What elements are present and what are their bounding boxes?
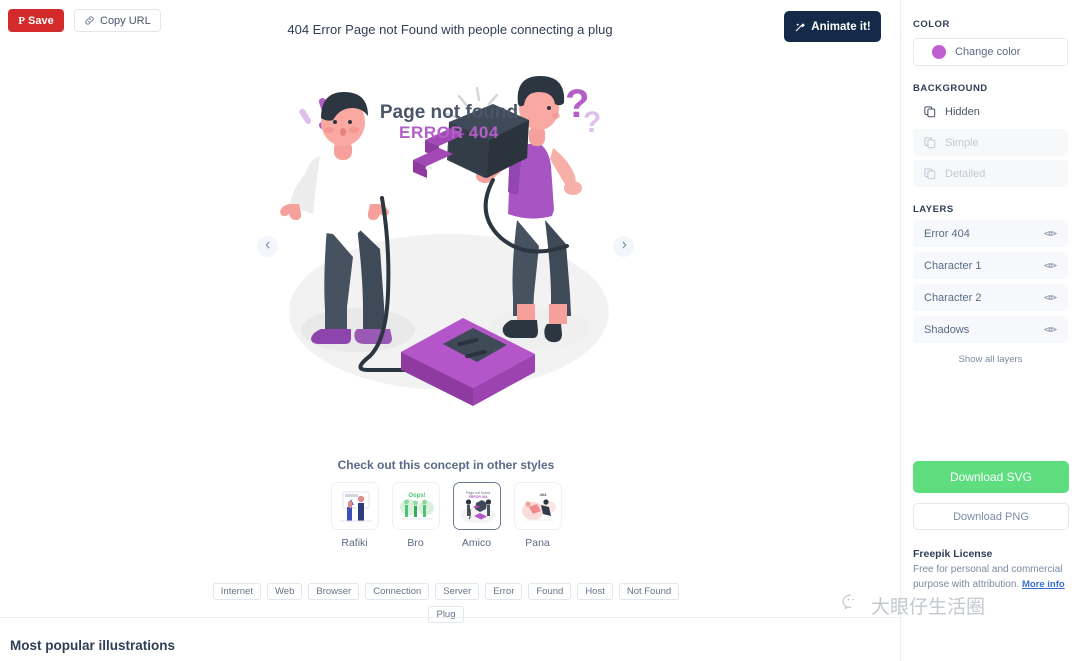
tag-item[interactable]: Plug: [428, 606, 464, 623]
license-block: Freepik License Free for personal and co…: [913, 548, 1071, 592]
layers-stack-icon: [924, 136, 936, 149]
style-thumb-pana: 404: [513, 482, 562, 530]
eye-icon[interactable]: [1043, 229, 1058, 238]
pinterest-save-button[interactable]: P Save: [8, 9, 64, 32]
tag-item[interactable]: Browser: [308, 583, 360, 600]
link-icon: [84, 15, 95, 26]
svg-text:Oops!: Oops!: [408, 493, 425, 499]
tag-item[interactable]: Not Found: [618, 583, 680, 600]
illustration-headline: Page not found: [380, 102, 518, 123]
animate-label: Animate it!: [811, 20, 871, 33]
animate-it-button[interactable]: Animate it!: [784, 11, 881, 42]
layer-item-error-404[interactable]: Error 404: [913, 220, 1068, 247]
tag-item[interactable]: Server: [435, 583, 480, 600]
tag-item[interactable]: Internet: [212, 583, 261, 600]
layer-item-character-2[interactable]: Character 2: [913, 284, 1068, 311]
style-thumb-rafiki: [330, 482, 379, 530]
copy-url-label: Copy URL: [100, 14, 151, 27]
layer-label: Character 1: [924, 259, 982, 272]
tag-item[interactable]: Error: [485, 583, 523, 600]
style-label-rafiki: Rafiki: [341, 537, 368, 549]
background-section-title: BACKGROUND: [913, 83, 988, 94]
background-option-hidden[interactable]: Hidden: [913, 98, 1068, 125]
background-option-detailed: Detailed: [913, 160, 1068, 187]
show-all-layers-button[interactable]: Show all layers: [913, 354, 1068, 365]
layers-stack-icon: [924, 105, 936, 118]
style-label-pana: Pana: [525, 537, 550, 549]
chevron-left-icon: [264, 241, 272, 252]
next-illustration-button[interactable]: [613, 236, 634, 257]
app-root: P Save Copy URL 404 Error Page not Found…: [0, 0, 1080, 661]
chevron-right-icon: [620, 241, 628, 252]
background-label-hidden: Hidden: [945, 105, 980, 118]
copy-url-button[interactable]: Copy URL: [74, 9, 161, 32]
pinterest-icon: P: [18, 14, 26, 27]
tag-item[interactable]: Found: [528, 583, 572, 600]
layers-section-title: LAYERS: [913, 204, 954, 215]
style-thumb-amico: Page not found ERROR 404: [452, 482, 501, 530]
tag-item[interactable]: Host: [577, 583, 613, 600]
layer-label: Character 2: [924, 291, 982, 304]
color-section-title: COLOR: [913, 19, 950, 30]
layers-stack-icon: [924, 167, 936, 180]
tag-item[interactable]: Web: [266, 583, 303, 600]
style-label-bro: Bro: [407, 537, 424, 549]
layer-item-shadows[interactable]: Shadows: [913, 316, 1068, 343]
layers-section: LAYERS Error 404 Character 1 Character 2: [913, 187, 1068, 365]
svg-text:?: ?: [583, 106, 601, 139]
right-sidebar: COLOR Change color BACKGROUND Hidden Sim…: [900, 0, 1080, 661]
illustration-svg: ? ? Page not found ERROR 404: [253, 52, 639, 440]
styles-list: Rafiki Oops! Bro Page not found ERROR 40…: [253, 482, 639, 549]
more-info-link[interactable]: More info: [1022, 579, 1065, 590]
magic-wand-icon: [794, 21, 806, 33]
eye-icon[interactable]: [1043, 325, 1058, 334]
license-title: Freepik License: [913, 548, 993, 560]
save-label: Save: [28, 14, 54, 27]
background-option-simple: Simple: [913, 129, 1068, 156]
change-color-button[interactable]: Change color: [913, 38, 1068, 66]
layer-label: Shadows: [924, 323, 970, 336]
download-svg-button[interactable]: Download SVG: [913, 461, 1069, 493]
style-thumb-bro: Oops!: [391, 482, 440, 530]
style-option-rafiki[interactable]: Rafiki: [330, 482, 379, 549]
svg-text:404: 404: [539, 492, 546, 497]
wechat-icon: [842, 593, 866, 618]
section-divider: [0, 617, 900, 618]
style-option-amico[interactable]: Page not found ERROR 404 Amico: [452, 482, 501, 549]
color-swatch-icon: [932, 45, 946, 59]
layer-label: Error 404: [924, 227, 970, 240]
color-section: COLOR Change color: [913, 0, 1068, 66]
prev-illustration-button[interactable]: [257, 236, 278, 257]
svg-text:ERROR 404: ERROR 404: [468, 495, 487, 499]
most-popular-heading: Most popular illustrations: [10, 638, 176, 653]
page-title: 404 Error Page not Found with people con…: [287, 22, 613, 37]
eye-icon[interactable]: [1043, 293, 1058, 302]
download-png-button[interactable]: Download PNG: [913, 503, 1069, 530]
background-label-simple: Simple: [945, 136, 979, 149]
top-toolbar: P Save Copy URL 404 Error Page not Found…: [0, 0, 900, 44]
background-label-detailed: Detailed: [945, 167, 986, 180]
eye-icon[interactable]: [1043, 261, 1058, 270]
change-color-label: Change color: [955, 46, 1021, 58]
tag-item[interactable]: Connection: [365, 583, 430, 600]
illustration-subhead: ERROR 404: [399, 123, 499, 142]
styles-section-title: Check out this concept in other styles: [337, 458, 555, 472]
style-option-bro[interactable]: Oops! Bro: [391, 482, 440, 549]
illustration-canvas[interactable]: ? ? Page not found ERROR 404: [253, 52, 639, 440]
style-option-pana[interactable]: 404 Pana: [513, 482, 562, 549]
background-section: BACKGROUND Hidden Simple Detailed: [913, 66, 1068, 187]
layer-item-character-1[interactable]: Character 1: [913, 252, 1068, 279]
license-text-wrap: Free for personal and commercial purpose…: [913, 563, 1071, 592]
style-label-amico: Amico: [461, 537, 492, 549]
